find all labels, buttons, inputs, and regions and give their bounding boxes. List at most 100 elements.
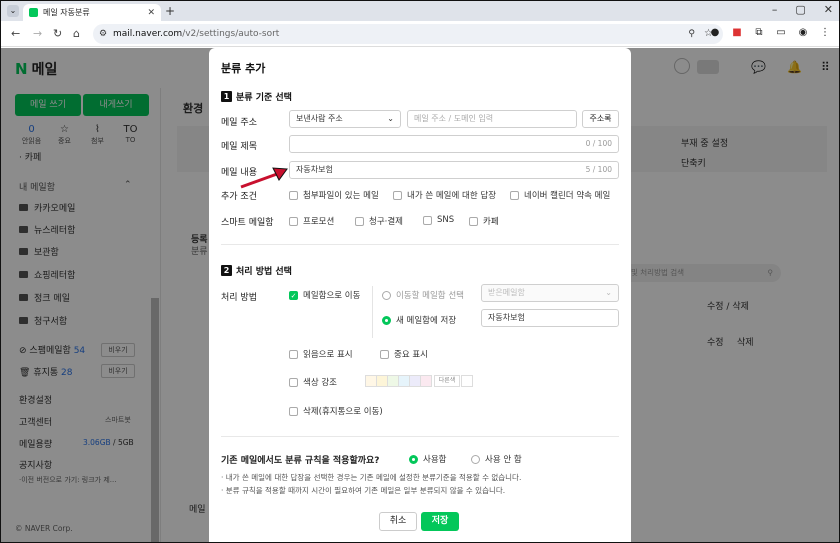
radio-label: 사용함	[423, 455, 447, 465]
other-color-button[interactable]: 다른색	[434, 375, 460, 387]
maximize-icon[interactable]: ▢	[795, 3, 805, 16]
checkbox-sns[interactable]: SNS	[423, 215, 454, 225]
checkbox-box	[289, 377, 298, 387]
existing-mailbox-select[interactable]: 받은메일함 ⌄	[481, 284, 619, 302]
apply-existing-question: 기존 메일에서도 분류 규칙을 적용할까요?	[221, 456, 380, 466]
section-number: 1	[221, 91, 232, 102]
tab-title: 메일 자동분류	[43, 8, 90, 17]
address-type-select[interactable]: 보낸사람 주소 ⌄	[289, 110, 401, 128]
checkbox-mark-read[interactable]: 읽음으로 표시	[289, 348, 353, 360]
section-process-header: 2 처리 방법 선택	[221, 264, 292, 277]
add-filter-dialog: 분류 추가 1 분류 기준 선택 메일 주소 보낸사람 주소 ⌄ 메일 주소 / 도…	[209, 48, 631, 542]
checkbox-box	[289, 349, 298, 359]
checkbox-label: 삭제(휴지통으로 이동)	[303, 407, 383, 417]
close-tab-icon[interactable]: ✕	[147, 8, 155, 18]
home-icon[interactable]: ⌂	[73, 27, 80, 40]
address-input[interactable]: 메일 주소 / 도메인 입력	[407, 110, 577, 128]
checkbox-label: 메일함으로 이동	[303, 291, 361, 301]
smart-mailbox-label: 스마트 메일함	[221, 218, 274, 228]
note-reply-rule: · 내가 쓴 메일에 대한 답장을 선택한 경우는 기존 메일에 설정한 분류기…	[221, 473, 522, 482]
minimize-icon[interactable]: –	[772, 3, 778, 16]
cancel-button[interactable]: 취소	[379, 512, 417, 531]
dialog-title: 분류 추가	[221, 62, 266, 75]
radio-label: 새 메일함에 저장	[396, 316, 457, 326]
checkbox-label: 카페	[483, 217, 499, 227]
browser-tab-bar: ⌄ 메일 자동분류 ✕ + – ▢ ✕	[1, 1, 839, 21]
select-placeholder: 받은메일함	[488, 288, 525, 297]
section-criteria-header: 1 분류 기준 선택	[221, 90, 292, 103]
extension-circle-icon[interactable]: ●	[709, 27, 721, 39]
reload-icon[interactable]: ↻	[53, 27, 62, 40]
section-number: 2	[221, 265, 232, 276]
checkbox-box	[380, 349, 389, 359]
checkbox-billing[interactable]: 청구·결제	[355, 215, 403, 227]
browser-menu-icon[interactable]: ⋮	[819, 27, 831, 39]
profile-avatar-icon[interactable]: ◉	[797, 27, 809, 39]
radio-label: 사용 안 함	[485, 455, 522, 465]
vertical-divider	[372, 286, 373, 338]
checkbox-box	[423, 215, 432, 225]
process-method-label: 처리 방법	[221, 293, 257, 303]
new-tab-icon[interactable]: +	[165, 4, 175, 18]
chevron-down-icon: ⌄	[387, 114, 394, 123]
checkbox-box	[289, 406, 298, 416]
checkbox-color-highlight[interactable]: 색상 강조	[289, 376, 337, 388]
subject-char-count: 0 / 100	[585, 139, 612, 148]
content-input[interactable]: 자동차보험 5 / 100	[289, 161, 619, 179]
select-value: 보낸사람 주소	[296, 114, 343, 123]
forward-icon[interactable]: →	[33, 27, 42, 40]
screen: ⌄ 메일 자동분류 ✕ + – ▢ ✕ ← → ↻ ⌂ ⚙ mail.naver…	[0, 0, 840, 543]
radio-apply-no[interactable]: 사용 안 함	[471, 453, 522, 465]
radio-circle	[382, 290, 391, 300]
extension-red-icon[interactable]: ■	[731, 27, 743, 39]
custom-color-swatch[interactable]	[461, 375, 473, 387]
checkbox-mark-important[interactable]: 중요 표시	[380, 348, 428, 360]
close-window-icon[interactable]: ✕	[824, 3, 833, 16]
new-mailbox-input[interactable]: 자동차보험	[481, 309, 619, 327]
checkbox-reply-to-mine[interactable]: 내가 쓴 메일에 대한 답장	[393, 189, 496, 201]
checkbox-label: 청구·결제	[369, 217, 403, 227]
extension-icons: ● ■ ⧉ ▭ ◉ ⋮	[709, 27, 831, 39]
checkbox-label: 색상 강조	[303, 378, 337, 388]
extension-puzzle-icon[interactable]: ⧉	[753, 27, 765, 39]
save-button[interactable]: 저장	[421, 512, 459, 531]
address-book-button[interactable]: 주소록	[582, 110, 619, 128]
back-icon[interactable]: ←	[11, 27, 20, 40]
checkbox-label: 읽음으로 표시	[303, 350, 353, 360]
mail-address-label: 메일 주소	[221, 118, 257, 128]
naver-mail-favicon-icon	[29, 8, 38, 17]
window-controls: – ▢ ✕	[772, 3, 833, 16]
checkbox-delete-to-trash[interactable]: 삭제(휴지통으로 이동)	[289, 405, 383, 417]
radio-new-mailbox[interactable]: 새 메일함에 저장	[382, 314, 456, 326]
section-title: 분류 기준 선택	[236, 93, 292, 103]
tab-search-icon[interactable]: ⌄	[7, 5, 19, 17]
checkbox-calendar-mail[interactable]: 네이버 캘린더 약속 메일	[510, 189, 610, 201]
chevron-down-icon: ⌄	[605, 288, 612, 297]
section-title: 처리 방법 선택	[236, 267, 292, 277]
checkbox-cafe[interactable]: 카페	[469, 215, 499, 227]
content-char-count: 5 / 100	[585, 165, 612, 174]
checkbox-box	[510, 190, 519, 200]
browser-tab[interactable]: 메일 자동분류 ✕	[23, 4, 161, 21]
radio-label: 이동할 메일함 선택	[396, 291, 464, 301]
content-value: 자동차보험	[296, 165, 333, 174]
radio-circle	[471, 454, 480, 464]
new-mailbox-value: 자동차보험	[488, 313, 525, 322]
checkbox-has-attachment[interactable]: 첨부파일이 있는 메일	[289, 189, 379, 201]
radio-selected	[409, 454, 418, 464]
sidepanel-icon[interactable]: ▭	[775, 27, 787, 39]
divider	[221, 436, 619, 437]
subject-label: 메일 제목	[221, 142, 257, 152]
checkbox-promotion[interactable]: 프로모션	[289, 215, 334, 227]
radio-apply-yes[interactable]: 사용함	[409, 453, 446, 465]
checkbox-box	[469, 216, 478, 226]
checkbox-move-to-mailbox[interactable]: ✓ 메일함으로 이동	[289, 289, 360, 301]
subject-input[interactable]: 0 / 100	[289, 135, 619, 153]
site-info-icon[interactable]: ⚙	[99, 24, 107, 44]
annotation-arrow-icon	[240, 167, 288, 189]
url-bar[interactable]: ⚙ mail.naver.com/v2/settings/auto-sort ⚲…	[93, 24, 723, 44]
checkbox-box	[289, 190, 298, 200]
radio-existing-mailbox[interactable]: 이동할 메일함 선택	[382, 289, 464, 301]
color-swatch[interactable]	[420, 375, 432, 387]
zoom-icon[interactable]: ⚲	[688, 24, 695, 44]
